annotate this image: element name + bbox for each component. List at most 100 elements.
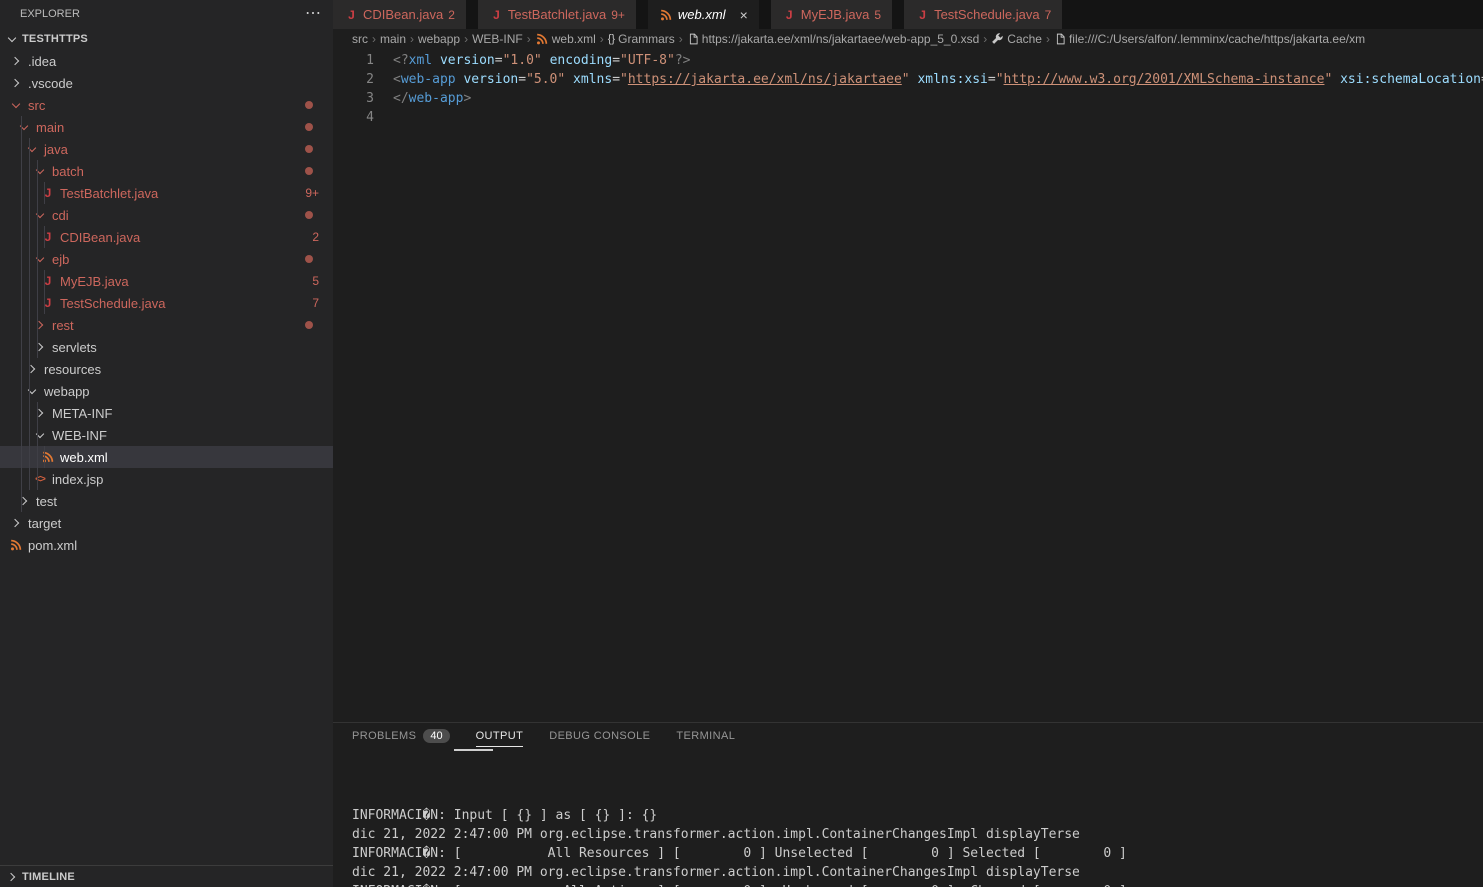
tab-label: MyEJB.java — [801, 7, 870, 22]
error-dot-badge — [305, 255, 313, 263]
code-token: web-app — [409, 91, 464, 106]
code-link-token[interactable]: http://www.w3.org/2001/XMLSchema-instanc… — [1004, 72, 1325, 87]
breadcrumb-label: web.xml — [552, 32, 596, 46]
chevron-right-icon — [32, 336, 48, 358]
tab-problem-badge: 7 — [1045, 8, 1052, 22]
bottom-panel: PROBLEMS40 OUTPUT DEBUG CONSOLE TERMINAL IN… — [333, 722, 1483, 887]
panel-tab-debug-console[interactable]: DEBUG CONSOLE — [549, 723, 650, 749]
editor-tab-web-xml[interactable]: web.xml × — [648, 0, 759, 29]
chevron-down-icon — [4, 28, 20, 50]
chevron-right-icon — [16, 490, 32, 512]
code-token: = — [988, 72, 996, 87]
tree-item-meta-inf[interactable]: META-INF — [0, 402, 333, 424]
tree-item-pom-xml[interactable]: pom.xml — [0, 534, 333, 556]
clipped-line-artifact — [454, 749, 493, 751]
timeline-section-header[interactable]: TIMELINE — [0, 865, 333, 887]
breadcrumb-item-webapp[interactable]: webapp — [418, 32, 460, 46]
tree-item-label: cdi — [52, 208, 69, 223]
code-line[interactable]: 1<?xml version="1.0" encoding="UTF-8"?> — [333, 51, 1483, 70]
breadcrumb-item-https-jakarta-ee-xml-ns-[interactable]: https://jakarta.ee/xml/ns/jakartaee/web-… — [687, 32, 980, 46]
wrench-icon — [991, 32, 1004, 45]
tree-item-testschedule-java[interactable]: JTestSchedule.java7 — [0, 292, 333, 314]
chevron-down-icon — [32, 424, 48, 446]
breadcrumb-label: src — [352, 32, 368, 46]
editor-code-area[interactable]: 1<?xml version="1.0" encoding="UTF-8"?>2… — [333, 48, 1483, 127]
tree-item-src[interactable]: src — [0, 94, 333, 116]
more-actions-icon[interactable]: ⋯ — [305, 9, 321, 19]
editor-tab-testschedule-java[interactable]: JTestSchedule.java7 — [904, 0, 1062, 29]
tab-label: web.xml — [678, 7, 726, 22]
code-line[interactable]: 3</web-app> — [333, 89, 1483, 108]
breadcrumb-label: main — [380, 32, 406, 46]
tree-item-cdibean-java[interactable]: JCDIBean.java2 — [0, 226, 333, 248]
code-token: > — [463, 91, 471, 106]
code-token: xmlns — [573, 72, 612, 87]
tab-label: TestBatchlet.java — [508, 7, 606, 22]
breadcrumb-separator: › — [1046, 32, 1050, 46]
breadcrumb-label: https://jakarta.ee/xml/ns/jakartaee/web-… — [702, 32, 980, 46]
tree-item-label: batch — [52, 164, 84, 179]
tree-item-web-inf[interactable]: WEB-INF — [0, 424, 333, 446]
breadcrumb-separator: › — [410, 32, 414, 46]
tree-item-label: .idea — [28, 54, 56, 69]
breadcrumb-item-cache[interactable]: Cache — [991, 32, 1042, 46]
output-text-overlined: Input — [454, 808, 493, 823]
code-text: <web-app version="5.0" xmlns="https://ja… — [393, 70, 1483, 89]
tree-item-resources[interactable]: resources — [0, 358, 333, 380]
editor-tab-testbatchlet-java[interactable]: JTestBatchlet.java9+ — [478, 0, 636, 29]
error-dot-badge — [305, 145, 313, 153]
breadcrumb-item-src[interactable]: src — [352, 32, 368, 46]
breadcrumb-separator: › — [372, 32, 376, 46]
output-text: INFORMACI�N: — [352, 808, 454, 823]
error-dot-badge — [305, 211, 313, 219]
breadcrumb-item-main[interactable]: main — [380, 32, 406, 46]
tree-item-index-jsp[interactable]: <>index.jsp — [0, 468, 333, 490]
tree-item-webapp[interactable]: webapp — [0, 380, 333, 402]
close-icon[interactable]: × — [740, 8, 748, 22]
tree-item-label: TestSchedule.java — [60, 296, 166, 311]
tree-item-idea[interactable]: .idea — [0, 50, 333, 72]
editor-tab-myejb-java[interactable]: JMyEJB.java5 — [771, 0, 892, 29]
tree-item-label: ejb — [52, 252, 69, 267]
explorer-header: EXPLORER ⋯ — [0, 0, 333, 28]
code-line[interactable]: 4 — [333, 108, 1483, 127]
java-file-icon: J — [489, 4, 504, 26]
tree-item-batch[interactable]: batch — [0, 160, 333, 182]
line-number: 3 — [333, 89, 374, 108]
tree-item-testbatchlet-java[interactable]: JTestBatchlet.java9+ — [0, 182, 333, 204]
editor-tab-cdibean-java[interactable]: JCDIBean.java2 — [333, 0, 466, 29]
code-token: < — [393, 72, 401, 87]
breadcrumb-item-web-xml[interactable]: web.xml — [535, 32, 596, 46]
code-token: version — [440, 53, 495, 68]
tree-item-cdi[interactable]: cdi — [0, 204, 333, 226]
breadcrumb-label: Cache — [1007, 32, 1042, 46]
tree-item-vscode[interactable]: .vscode — [0, 72, 333, 94]
tree-item-rest[interactable]: rest — [0, 314, 333, 336]
breadcrumb-item-grammars[interactable]: {}Grammars — [608, 32, 675, 46]
chevron-down-icon — [16, 116, 32, 138]
panel-tab-problems[interactable]: PROBLEMS40 — [352, 723, 450, 749]
panel-tab-terminal[interactable]: TERMINAL — [676, 723, 735, 749]
tree-item-java[interactable]: java — [0, 138, 333, 160]
tree-item-main[interactable]: main — [0, 116, 333, 138]
tree-item-label: index.jsp — [52, 472, 103, 487]
tree-item-label: webapp — [44, 384, 90, 399]
tree-item-test[interactable]: test — [0, 490, 333, 512]
tree-item-label: pom.xml — [28, 538, 77, 553]
tree-item-servlets[interactable]: servlets — [0, 336, 333, 358]
tree-item-target[interactable]: target — [0, 512, 333, 534]
file-icon — [687, 32, 699, 46]
breadcrumb-item-file-c-users-alfon-lemmi[interactable]: file:///C:/Users/alfon/.lemminx/cache/ht… — [1054, 32, 1365, 46]
tree-item-web-xml[interactable]: web.xml — [0, 446, 333, 468]
breadcrumb-item-web-inf[interactable]: WEB-INF — [472, 32, 523, 46]
tree-item-ejb[interactable]: ejb — [0, 248, 333, 270]
tree-item-label: .vscode — [28, 76, 73, 91]
panel-tab-output[interactable]: OUTPUT — [476, 723, 524, 749]
code-link-token[interactable]: https://jakarta.ee/xml/ns/jakartaee — [628, 72, 902, 87]
tree-item-label: main — [36, 120, 64, 135]
output-line: dic 21, 2022 2:47:00 PM org.eclipse.tran… — [352, 863, 1483, 882]
workspace-section-header[interactable]: TESTHTTPS — [0, 28, 333, 50]
code-line[interactable]: 2<web-app version="5.0" xmlns="https://j… — [333, 70, 1483, 89]
editor-tab-bar: JCDIBean.java2JTestBatchlet.java9+web.xm… — [333, 0, 1483, 29]
tree-item-myejb-java[interactable]: JMyEJB.java5 — [0, 270, 333, 292]
